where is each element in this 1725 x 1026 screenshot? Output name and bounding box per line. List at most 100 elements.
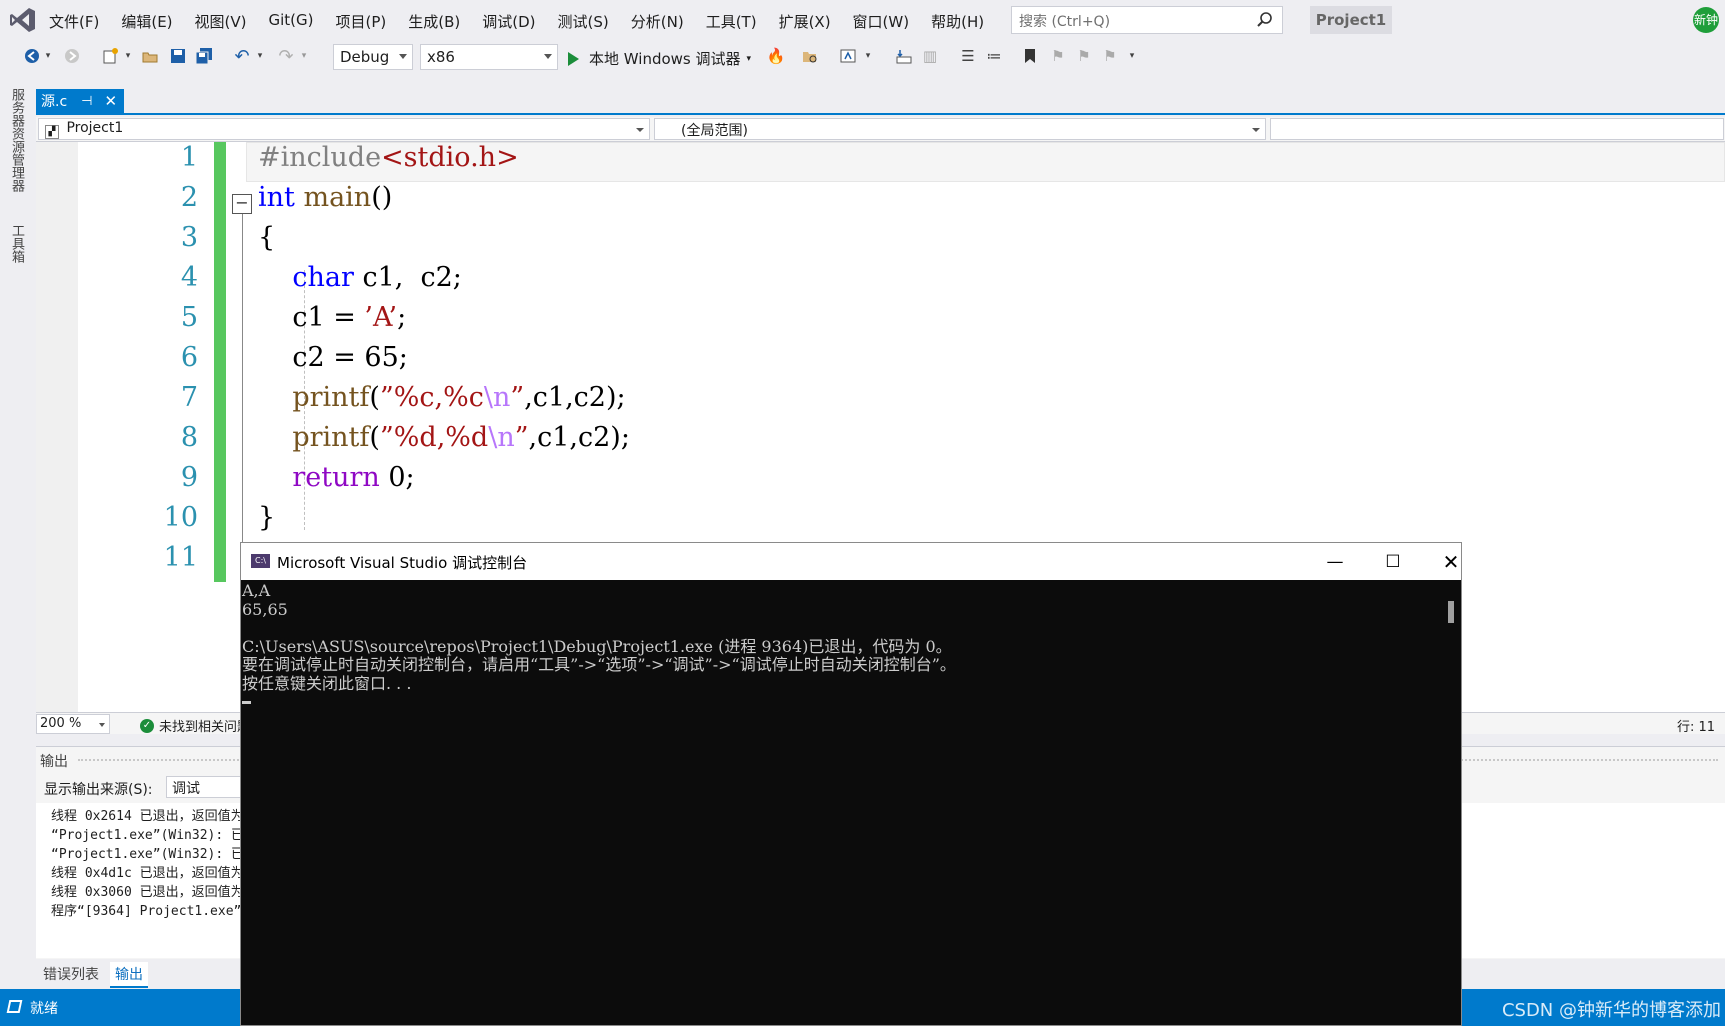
output-panel-title: 输出 <box>40 754 68 770</box>
save-icon[interactable] <box>168 46 188 66</box>
tab-title: 源.c <box>41 94 68 110</box>
visual-studio-logo-icon[interactable] <box>8 5 38 35</box>
back-dropdown-icon[interactable]: ▾ <box>42 46 54 66</box>
menu-project[interactable]: 项目(P) <box>325 8 398 35</box>
project-select[interactable]: ▞ Project1 <box>38 118 650 140</box>
line-number: 6 <box>180 342 198 373</box>
undo-icon[interactable]: ↶ <box>232 46 252 67</box>
code-line-4: char c1, c2; <box>292 262 462 293</box>
server-explorer-tab[interactable]: 服务器资源管理器 <box>7 88 26 192</box>
line-number: 10 <box>163 502 198 533</box>
project-icon: ▞ <box>45 125 59 139</box>
toolbox-tab[interactable]: 工具箱 <box>7 224 26 263</box>
step-into-icon[interactable] <box>894 46 914 66</box>
issues-indicator[interactable]: ✓ 未找到相关问题 <box>140 716 250 735</box>
minimize-icon[interactable]: — <box>1315 549 1355 575</box>
search-icon <box>1257 12 1272 27</box>
console-line: 按任意键关闭此窗口. . . <box>242 673 412 693</box>
close-icon[interactable]: ✕ <box>1431 549 1471 575</box>
solution-explorer-icon[interactable] <box>838 46 858 66</box>
console-output[interactable]: A,A 65,65 C:\Users\ASUS\source\repos\Pro… <box>241 580 1441 1025</box>
scope-select-value: (全局范围) <box>681 123 748 139</box>
status-ready-icon <box>6 1000 23 1013</box>
tab-error-list[interactable]: 错误列表 <box>38 962 104 986</box>
layout-icon[interactable]: ▥ <box>920 46 940 66</box>
menu-edit[interactable]: 编辑(E) <box>110 8 183 35</box>
open-file-icon[interactable] <box>140 46 160 66</box>
menu-help[interactable]: 帮助(H) <box>920 8 995 35</box>
scope-select[interactable]: (全局范围) <box>654 118 1266 140</box>
menu-items: 文件(F) 编辑(E) 视图(V) Git(G) 项目(P) 生成(B) 调试(… <box>38 8 995 35</box>
menu-test[interactable]: 测试(S) <box>547 8 620 35</box>
output-source-label: 显示输出来源(S): <box>44 782 153 798</box>
menu-view[interactable]: 视图(V) <box>184 8 258 35</box>
menu-analyze[interactable]: 分析(N) <box>620 8 695 35</box>
menu-bar: 文件(F) 编辑(E) 视图(V) Git(G) 项目(P) 生成(B) 调试(… <box>0 0 1725 40</box>
code-line-10: } <box>258 502 276 533</box>
line-number: 9 <box>180 462 198 493</box>
menu-file[interactable]: 文件(F) <box>38 8 110 35</box>
chevron-down-icon <box>399 54 407 59</box>
member-select[interactable] <box>1270 118 1724 140</box>
line-number: 2 <box>180 182 198 213</box>
menu-debug[interactable]: 调试(D) <box>471 8 546 35</box>
start-debugging-button[interactable]: 本地 Windows 调试器 ▾ <box>568 48 751 69</box>
line-indicator[interactable]: 行: 11 <box>1677 716 1715 735</box>
new-project-icon[interactable] <box>100 46 120 66</box>
line-number: 8 <box>180 422 198 453</box>
dropdown-icon[interactable]: ▾ <box>862 46 874 66</box>
line-number: 5 <box>180 302 198 333</box>
debug-console-window[interactable]: C:\ Microsoft Visual Studio 调试控制台 — ☐ ✕ … <box>240 542 1462 1026</box>
solution-platform-select[interactable]: x86 <box>420 44 558 70</box>
menu-git[interactable]: Git(G) <box>258 8 325 35</box>
console-title-bar[interactable]: C:\ Microsoft Visual Studio 调试控制台 — ☐ ✕ <box>241 543 1461 580</box>
navigate-forward-icon[interactable] <box>62 46 82 66</box>
pin-icon[interactable]: ⊣ <box>81 94 92 109</box>
line-number: 3 <box>180 222 198 253</box>
bookmark-icon[interactable] <box>1020 46 1040 66</box>
clear-bookmarks-icon[interactable]: ⚑ <box>1100 46 1120 66</box>
next-bookmark-icon[interactable]: ⚑ <box>1074 46 1094 66</box>
menu-extensions[interactable]: 扩展(X) <box>768 8 842 35</box>
chevron-down-icon: ▾ <box>746 53 752 64</box>
user-avatar[interactable]: 新钟 <box>1693 7 1719 33</box>
zoom-select[interactable]: 200 % <box>36 714 110 734</box>
navigation-bar: ▞ Project1 (全局范围) <box>36 117 1725 142</box>
console-scrollbar[interactable] <box>1441 580 1461 1025</box>
indicator-margin[interactable] <box>36 142 78 712</box>
line-number: 7 <box>180 382 198 413</box>
find-in-files-icon[interactable] <box>800 46 820 66</box>
solution-configuration-select[interactable]: Debug <box>333 44 413 70</box>
tab-source-c[interactable]: 源.c ⊣ ✕ <box>36 89 124 113</box>
maximize-icon[interactable]: ☐ <box>1373 549 1413 575</box>
code-line-9: return 0; <box>292 462 415 493</box>
collapse-toggle-icon[interactable]: − <box>232 194 252 214</box>
outdent-icon[interactable]: ☰ <box>958 46 978 66</box>
undo-dropdown-icon[interactable]: ▾ <box>254 46 266 66</box>
tab-well-accent <box>36 113 1725 115</box>
new-dropdown-icon[interactable]: ▾ <box>122 46 134 66</box>
navigate-back-icon[interactable] <box>22 46 42 66</box>
previous-bookmark-icon[interactable]: ⚑ <box>1048 46 1068 66</box>
menu-tools[interactable]: 工具(T) <box>695 8 768 35</box>
code-line-8: printf(”%d,%d\n”,c1,c2); <box>292 422 630 453</box>
save-all-icon[interactable] <box>194 46 214 66</box>
line-number: 1 <box>180 142 198 173</box>
close-icon[interactable]: ✕ <box>104 92 117 110</box>
scrollbar-thumb[interactable] <box>1448 601 1454 623</box>
redo-dropdown-icon[interactable]: ▾ <box>298 46 310 66</box>
menu-build[interactable]: 生成(B) <box>397 8 471 35</box>
status-text: 就绪 <box>30 1001 58 1017</box>
hot-reload-icon[interactable]: 🔥 <box>766 46 786 66</box>
redo-icon[interactable]: ↷ <box>276 46 296 67</box>
solution-platform-value: x86 <box>427 48 455 66</box>
console-line: C:\Users\ASUS\source\repos\Project1\Debu… <box>242 636 952 656</box>
watermark: CSDN @钟新华的博客添加 <box>1501 1000 1721 1021</box>
comment-icon[interactable]: ≔ <box>984 46 1004 66</box>
search-input[interactable]: 搜索 (Ctrl+Q) <box>1011 6 1283 34</box>
tab-output[interactable]: 输出 <box>110 962 148 988</box>
toolbar-overflow-icon[interactable]: ▾ <box>1126 46 1138 66</box>
solution-configuration-value: Debug <box>340 48 390 66</box>
menu-window[interactable]: 窗口(W) <box>842 8 921 35</box>
line-number: 4 <box>180 262 198 293</box>
